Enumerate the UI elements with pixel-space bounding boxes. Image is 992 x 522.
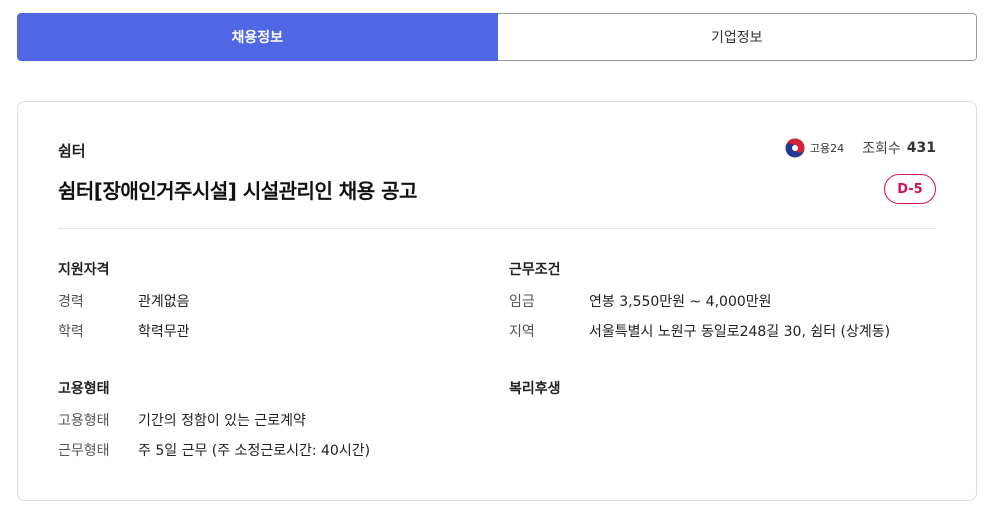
section-title: 고용형태 (58, 381, 110, 397)
info-key: 학력 (58, 324, 84, 340)
tab-job-info[interactable]: 채용정보 (17, 13, 498, 61)
conditions-section: 근무조건 임금 연봉 3,550만원 ~ 4,000만원 지역 서울특별시 노원… (509, 259, 890, 339)
info-value: 학력무관 (138, 324, 190, 340)
divider (58, 228, 936, 229)
info-value: 서울특별시 노원구 동일로248길 30, 쉼터 (상계동) (589, 324, 891, 340)
info-key: 경력 (58, 294, 84, 310)
info-key: 임금 (509, 294, 535, 310)
info-key: 고용형태 (58, 413, 110, 429)
views-label: 조회수 (862, 141, 901, 157)
benefits-section: 복리후생 (509, 378, 561, 398)
source-badge: 고용24 (785, 138, 844, 158)
tab-bar: 채용정보 기업정보 (17, 13, 977, 61)
info-value: 주 5일 근무 (주 소정근로시간: 40시간) (138, 443, 371, 459)
section-title: 지원자격 (58, 262, 110, 278)
job-card: 쉼터 쉼터[장애인거주시설] 시설관리인 채용 공고 고용24 조회수 431 … (17, 101, 977, 501)
info-row: 지역 서울특별시 노원구 동일로248길 30, 쉼터 (상계동) (509, 325, 890, 339)
job-title: 쉼터[장애인거주시설] 시설관리인 채용 공고 (58, 179, 417, 203)
employment-section: 고용형태 고용형태 기간의 정함이 있는 근로계약 근무형태 주 5일 근무 (… (58, 378, 370, 458)
section-title: 근무조건 (509, 262, 561, 278)
info-row: 고용형태 기간의 정함이 있는 근로계약 (58, 414, 370, 428)
taegeuk-emblem-icon (785, 138, 805, 158)
dday-badge: D-5 (884, 174, 936, 204)
info-key: 근무형태 (58, 443, 110, 459)
views-count: 431 (906, 140, 936, 156)
qualification-section: 지원자격 경력 관계없음 학력 학력무관 (58, 259, 190, 339)
info-row: 근무형태 주 5일 근무 (주 소정근로시간: 40시간) (58, 444, 370, 458)
source-label: 고용24 (809, 142, 845, 155)
info-row: 임금 연봉 3,550만원 ~ 4,000만원 (509, 295, 890, 309)
company-name: 쉼터 (58, 142, 86, 160)
info-value: 기간의 정함이 있는 근로계약 (138, 413, 306, 429)
info-row: 경력 관계없음 (58, 295, 190, 309)
info-key: 지역 (509, 324, 535, 340)
job-meta: 고용24 조회수 431 (785, 138, 936, 158)
info-value: 관계없음 (138, 294, 190, 310)
tab-company-info[interactable]: 기업정보 (497, 13, 977, 61)
section-title: 복리후생 (509, 381, 561, 397)
info-row: 학력 학력무관 (58, 325, 190, 339)
info-value: 연봉 3,550만원 ~ 4,000만원 (589, 294, 772, 310)
